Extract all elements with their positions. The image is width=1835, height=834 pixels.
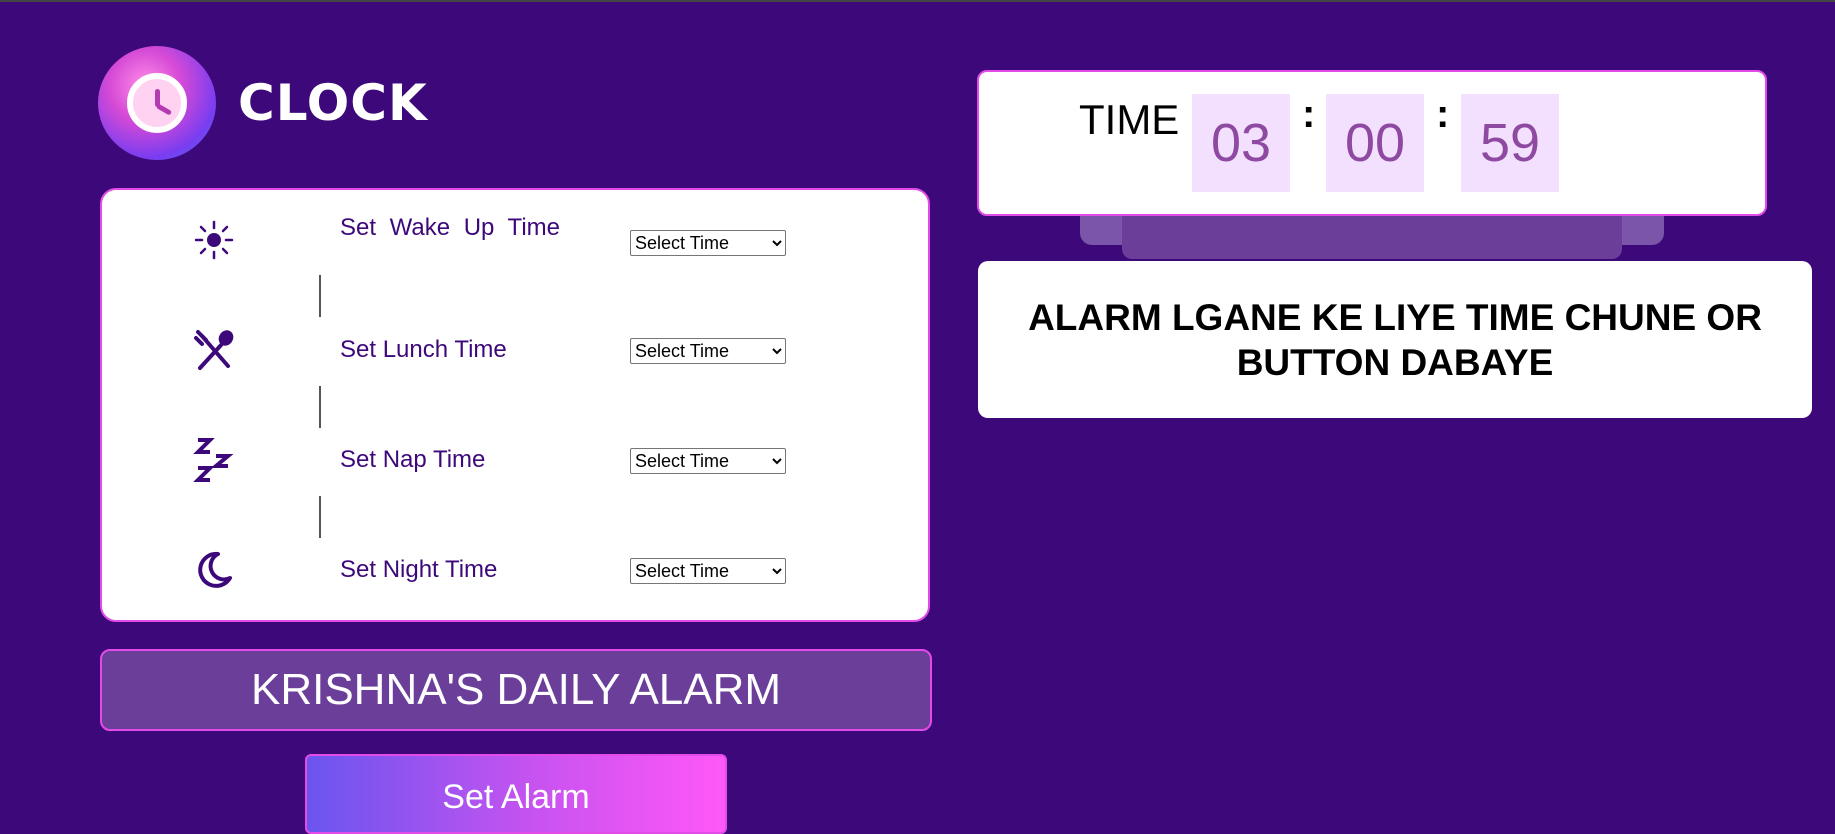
lunch-time-select[interactable]: Select Time [630, 338, 786, 364]
schedule-row-lunch: Set Lunch Time Select Time [102, 320, 932, 380]
time-separator: : [1302, 92, 1316, 136]
alarm-schedule-card: Set Wake Up Time Select Time Set Lunch T… [100, 188, 930, 622]
app-logo: CLOCK [98, 46, 428, 160]
moon-icon [192, 548, 236, 592]
night-time-label: Set Night Time [340, 556, 498, 583]
time-separator: : [1436, 92, 1450, 136]
seconds-display: 59 [1461, 94, 1559, 192]
wakeup-time-label: Set Wake Up Time [340, 214, 560, 241]
set-alarm-button[interactable]: Set Alarm [305, 754, 727, 834]
logo-text: CLOCK [238, 74, 428, 132]
hours-display: 03 [1192, 94, 1290, 192]
timeline-connector [319, 386, 321, 428]
minutes-display: 00 [1326, 94, 1424, 192]
clock-card-shadow [1122, 210, 1622, 259]
timeline-connector [319, 496, 321, 538]
night-time-select[interactable]: Select Time [630, 558, 786, 584]
sun-icon [192, 218, 236, 262]
nap-time-select[interactable]: Select Time [630, 448, 786, 474]
daily-alarm-banner: KRISHNA'S DAILY ALARM [100, 649, 932, 731]
schedule-row-wakeup: Set Wake Up Time Select Time [102, 210, 932, 270]
wakeup-time-select[interactable]: Select Time [630, 230, 786, 256]
time-label: TIME [1079, 96, 1180, 143]
timeline-connector [319, 275, 321, 317]
schedule-row-night: Set Night Time Select Time [102, 540, 932, 600]
fork-spoon-icon [192, 328, 236, 372]
top-border-line [0, 0, 1835, 2]
sleep-zzz-icon [192, 438, 236, 482]
instruction-message: ALARM LGANE KE LIYE TIME CHUNE OR BUTTON… [978, 261, 1812, 418]
alarm-clock-icon [98, 46, 216, 160]
nap-time-label: Set Nap Time [340, 446, 486, 473]
schedule-row-nap: Set Nap Time Select Time [102, 430, 932, 490]
lunch-time-label: Set Lunch Time [340, 336, 507, 363]
digital-clock-card: TIME 03 : 00 : 59 [977, 70, 1767, 216]
